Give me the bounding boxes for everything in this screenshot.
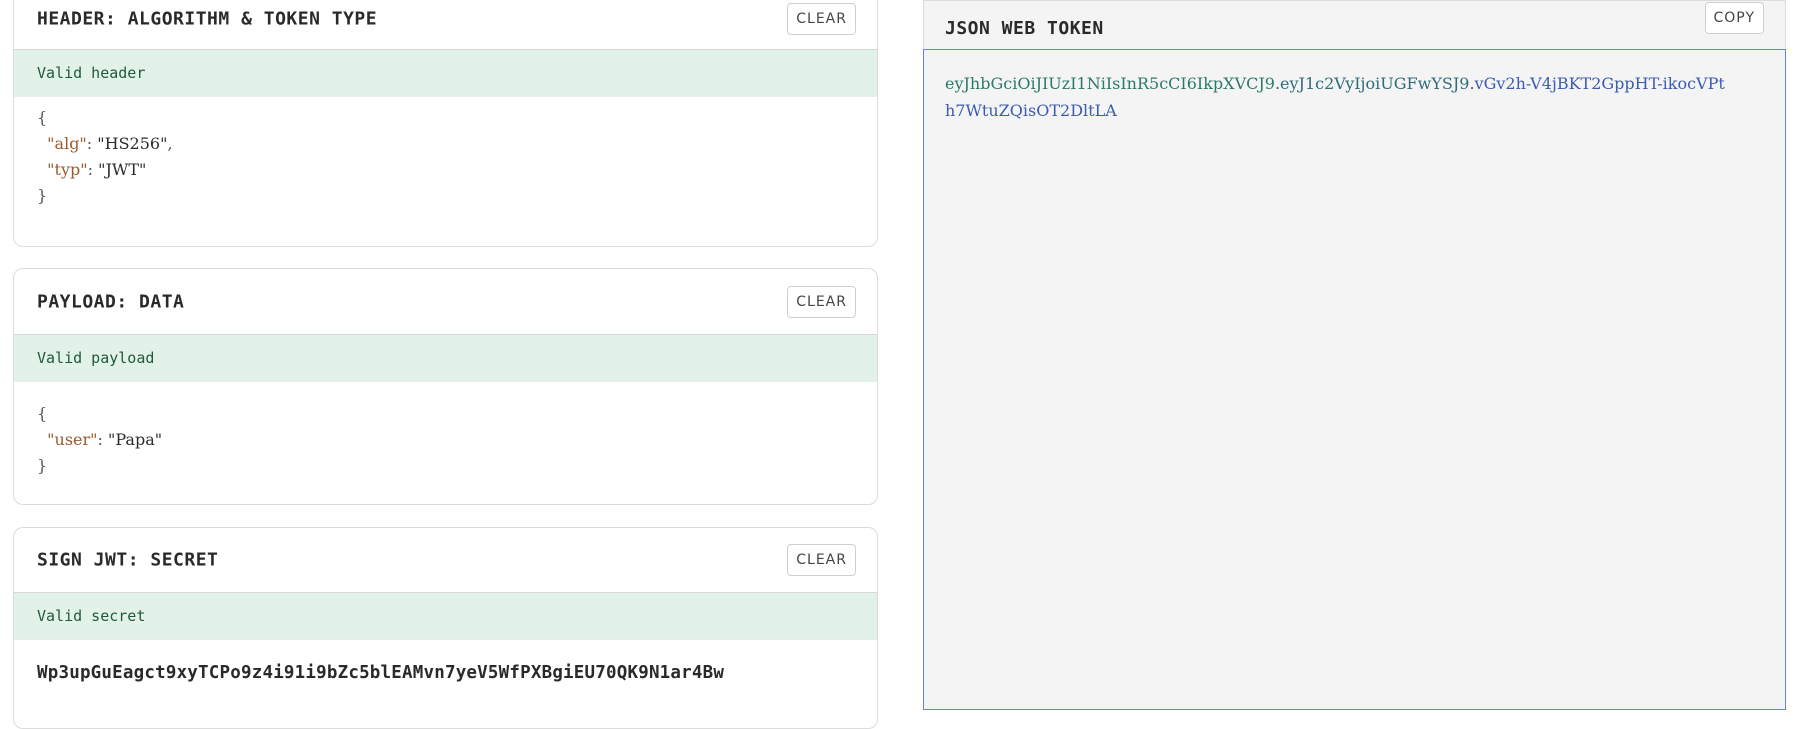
json-key-typ: "typ": [47, 160, 88, 179]
header-status-text: Valid header: [37, 64, 146, 82]
json-open-brace: {: [37, 108, 48, 127]
json-close-brace: }: [37, 186, 48, 205]
token-panel-title: JSON WEB TOKEN: [945, 18, 1104, 39]
token-output[interactable]: eyJhbGciOiJIUzI1NiIsInR5cCI6IkpXVCJ9.eyJ…: [923, 49, 1786, 710]
payload-status-text: Valid payload: [37, 349, 155, 367]
payload-card-header: PAYLOAD: DATA CLEAR: [14, 269, 877, 335]
header-json-editor[interactable]: { "alg": "HS256", "typ": "JWT" }: [37, 105, 173, 209]
header-card-title: HEADER: ALGORITHM & TOKEN TYPE: [37, 8, 378, 30]
secret-card-header: SIGN JWT: SECRET CLEAR: [14, 528, 877, 593]
secret-card: SIGN JWT: SECRET CLEAR Valid secret Wp3u…: [13, 527, 878, 729]
payload-card: PAYLOAD: DATA CLEAR Valid payload { "use…: [13, 268, 878, 505]
header-clear-button[interactable]: CLEAR: [787, 3, 856, 35]
secret-card-title: SIGN JWT: SECRET: [37, 549, 219, 571]
json-key-alg: "alg": [47, 134, 87, 153]
secret-clear-button[interactable]: CLEAR: [787, 544, 856, 576]
json-value-user: "Papa": [108, 430, 163, 449]
header-card: HEADER: ALGORITHM & TOKEN TYPE CLEAR Val…: [13, 0, 878, 247]
secret-status-text: Valid secret: [37, 607, 146, 625]
json-open-brace: {: [37, 404, 48, 423]
token-panel-header: JSON WEB TOKEN COPY: [923, 0, 1786, 49]
payload-status-bar: Valid payload: [14, 335, 877, 382]
token-panel: JSON WEB TOKEN COPY eyJhbGciOiJIUzI1NiIs…: [923, 0, 1786, 710]
secret-input[interactable]: Wp3upGuEagct9xyTCPo9z4i91i9bZc5blEAMvn7y…: [37, 663, 724, 683]
payload-clear-button[interactable]: CLEAR: [787, 285, 856, 318]
json-close-brace: }: [37, 456, 48, 475]
token-header-segment: eyJhbGciOiJIUzI1NiIsInR5cCI6IkpXVCJ9: [945, 74, 1275, 93]
header-card-header: HEADER: ALGORITHM & TOKEN TYPE CLEAR: [14, 0, 877, 50]
json-value-typ: "JWT": [98, 160, 147, 179]
payload-json-editor[interactable]: { "user": "Papa" }: [37, 401, 162, 479]
json-key-user: "user": [47, 430, 98, 449]
token-payload-segment: eyJ1c2VyIjoiUGFwYSJ9: [1280, 74, 1470, 93]
encoded-token: eyJhbGciOiJIUzI1NiIsInR5cCI6IkpXVCJ9.eyJ…: [945, 70, 1725, 124]
secret-status-bar: Valid secret: [14, 593, 877, 640]
header-status-bar: Valid header: [14, 50, 877, 97]
json-value-alg: "HS256": [97, 134, 168, 153]
copy-token-button[interactable]: COPY: [1704, 2, 1764, 34]
payload-card-title: PAYLOAD: DATA: [37, 291, 185, 312]
